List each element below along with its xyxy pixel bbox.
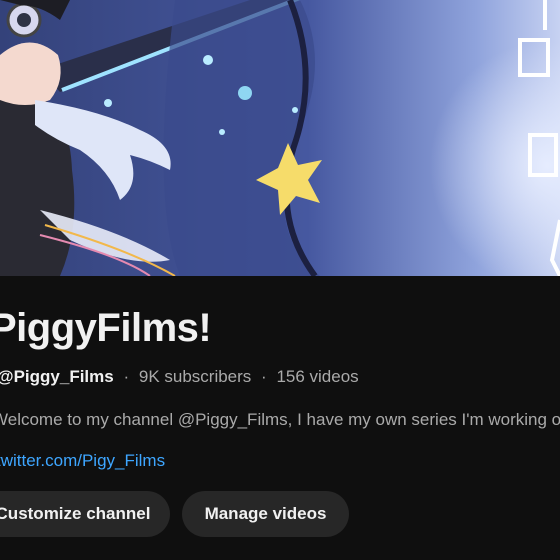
subscriber-count: 9K subscribers [138,367,252,386]
meta-separator: · [123,367,130,386]
customize-channel-button[interactable]: Customize channel [0,491,170,537]
channel-handle[interactable]: @Piggy_Films [0,367,114,386]
channel-link[interactable]: twitter.com/Pigy_Films [0,451,165,471]
video-count: 156 videos [276,367,359,386]
meta-separator: · [261,367,267,386]
channel-description[interactable]: Welcome to my channel @Piggy_Films, I ha… [0,410,560,430]
channel-info: PiggyFilms! @Piggy_Films · 9K subscriber… [0,276,560,560]
manage-videos-button[interactable]: Manage videos [182,491,349,537]
channel-name: PiggyFilms! [0,306,212,350]
channel-meta: @Piggy_Films · 9K subscribers · 156 vide… [0,367,359,387]
channel-banner [0,0,560,276]
banner-artwork [0,0,560,276]
